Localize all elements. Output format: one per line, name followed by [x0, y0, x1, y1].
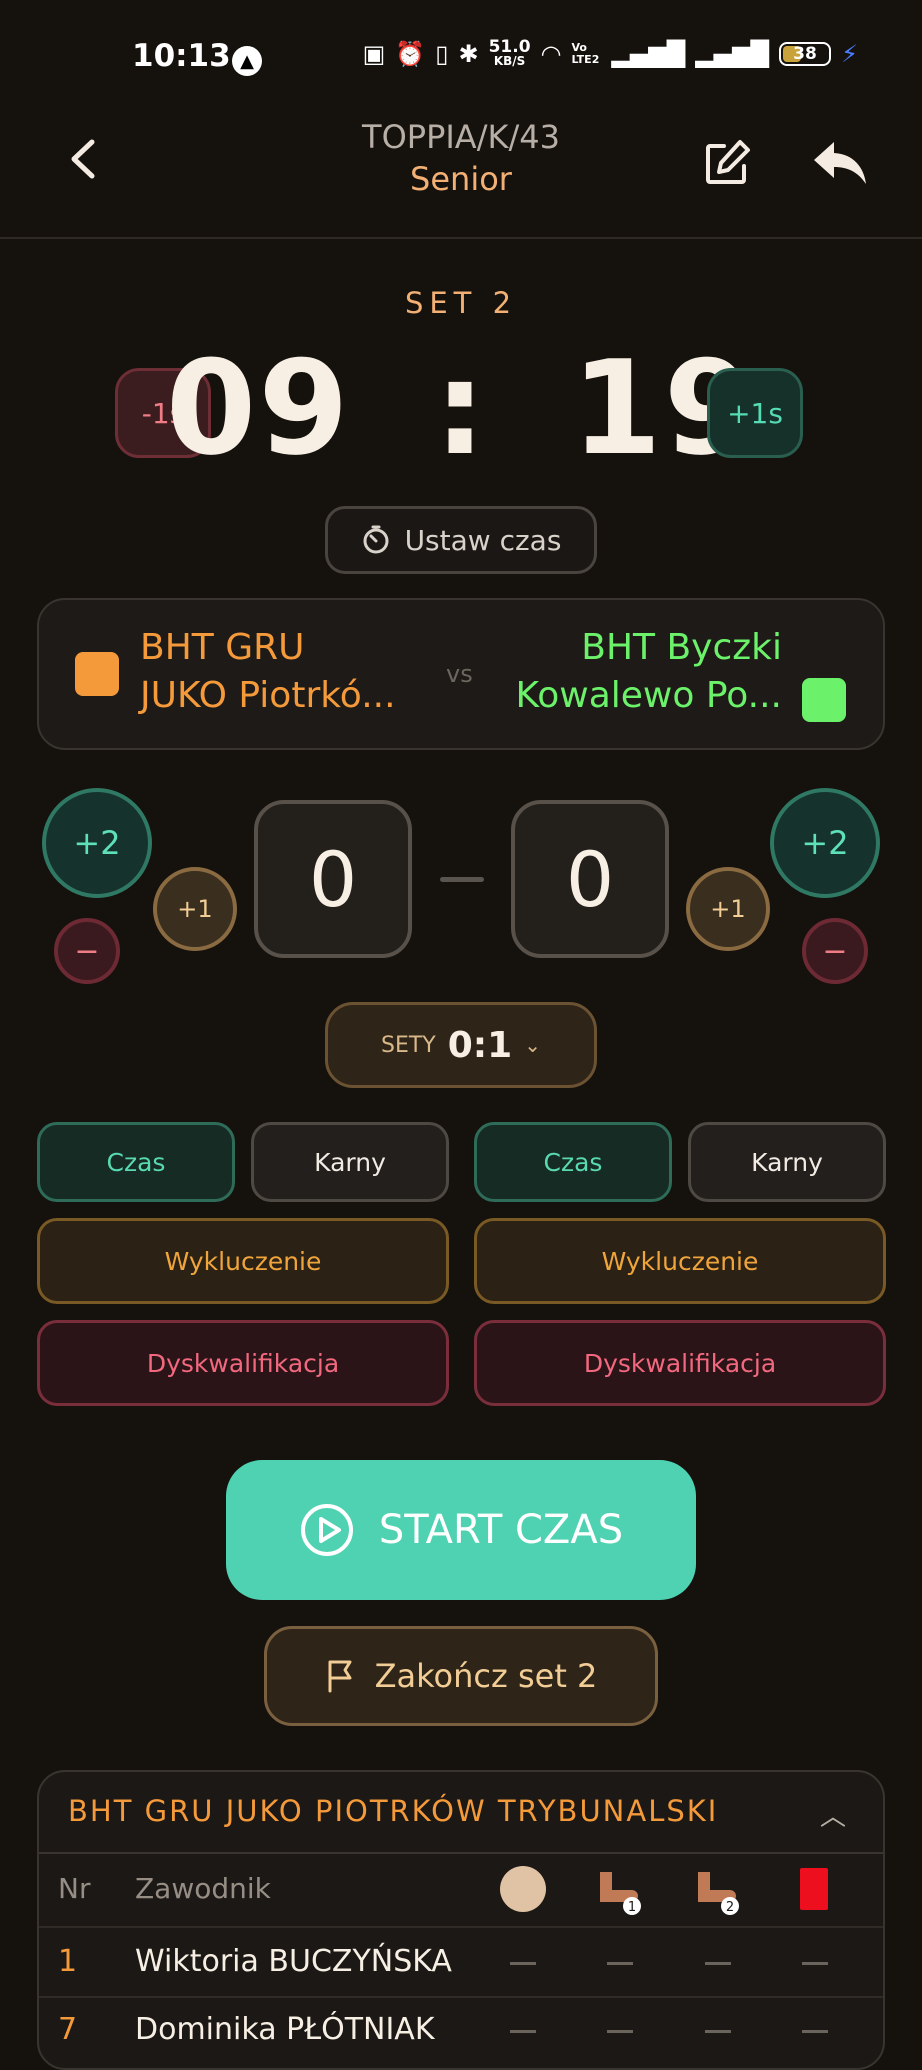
stopwatch-icon [363, 525, 389, 554]
match-category: Senior [410, 160, 512, 198]
vibrate-icon: ▯ [435, 40, 449, 68]
suspension-1-cell[interactable] [607, 1962, 633, 1965]
plus-1s-button[interactable]: +1s [707, 368, 803, 458]
network-speed: 51.0 KB/S [488, 37, 531, 69]
goals-cell[interactable] [510, 2030, 536, 2033]
bluetooth-icon: ✱ [458, 40, 479, 68]
status-icons: ▣ ⏰ ▯ ✱ 51.0 KB/S ◠ Vo LTE2 ▂▄▆█ ▂▄▆█ 38… [362, 37, 858, 69]
suspension-2-cell[interactable] [705, 1962, 731, 1965]
vs-label: vs [446, 660, 473, 688]
start-timer-label: START CZAS [378, 1507, 624, 1553]
flag-icon [328, 1660, 352, 1693]
status-time: 10:13 [132, 38, 231, 74]
home-team-color [75, 652, 119, 696]
player-name[interactable]: Wiktoria BUCZYŃSKA [135, 1944, 452, 1979]
ball-icon[interactable] [500, 1866, 546, 1912]
player-number: 7 [58, 2012, 78, 2047]
roster-divider [39, 1852, 883, 1854]
set-label: SET 2 [404, 286, 518, 320]
suspension-1-icon[interactable]: 1 [594, 1866, 644, 1916]
start-timer-button[interactable]: START CZAS [226, 1460, 696, 1600]
home-disqualification-button[interactable]: Dyskwalifikacja [37, 1320, 449, 1406]
set-time-button[interactable]: Ustaw czas [325, 506, 597, 574]
goals-cell[interactable] [510, 1962, 536, 1965]
end-set-label: Zakończ set 2 [374, 1657, 598, 1695]
wifi-icon: ◠ [540, 40, 562, 68]
network-speed-value: 51.0 [488, 37, 531, 57]
end-set-button[interactable]: Zakończ set 2 [264, 1626, 658, 1726]
signal-icon: ▂▄▆█ [611, 40, 686, 68]
player-number: 1 [58, 1944, 78, 1979]
timer-separator: : [434, 332, 488, 484]
location-icon: ▲ [232, 46, 262, 76]
player-name[interactable]: Dominika PŁÓTNIAK [135, 2012, 435, 2047]
header-row-divider [39, 1926, 883, 1928]
suspension-2-cell[interactable] [705, 2030, 731, 2033]
signal-2-icon: ▂▄▆█ [695, 40, 770, 68]
away-penalty-button[interactable]: Karny [688, 1122, 886, 1202]
sets-dropdown[interactable]: SETY 0:1 ⌄ [325, 1002, 597, 1088]
col-player: Zawodnik [135, 1872, 271, 1905]
red-card-cell[interactable] [802, 2030, 828, 2033]
away-plus2-button[interactable]: +2 [770, 788, 880, 898]
battery-level: 38 [793, 44, 817, 64]
away-timeout-button[interactable]: Czas [474, 1122, 672, 1202]
away-team-name: BHT Byczki Kowalewo Po... [515, 624, 782, 720]
svg-text:1: 1 [628, 1900, 636, 1915]
alarm-icon: ⏰ [395, 40, 426, 68]
home-plus2-button[interactable]: +2 [42, 788, 152, 898]
home-team-name: BHT GRU JUKO Piotrkó... [140, 624, 396, 720]
home-minus-button[interactable]: − [54, 918, 120, 984]
home-penalty-button[interactable]: Karny [251, 1122, 449, 1202]
sets-label: SETY [380, 1032, 436, 1058]
svg-text:2: 2 [726, 1900, 734, 1915]
away-score: 0 [511, 800, 669, 958]
battery-icon: 38 [779, 42, 832, 66]
score-separator [440, 877, 484, 882]
timer-minutes: 09 [165, 332, 351, 484]
home-timeout-button[interactable]: Czas [37, 1122, 235, 1202]
play-icon [300, 1504, 353, 1556]
undo-icon[interactable] [812, 138, 868, 188]
suspension-2-icon[interactable]: 2 [692, 1866, 742, 1916]
roster-team-title: BHT GRU JUKO PIOTRKÓW TRYBUNALSKI [68, 1794, 719, 1828]
away-team-line2: Kowalewo Po... [515, 675, 782, 716]
match-code: TOPPIA/K/43 [362, 118, 560, 156]
nfc-icon: ▣ [362, 40, 386, 68]
home-team-line2: JUKO Piotrkó... [140, 675, 396, 716]
charging-icon: ⚡ [841, 40, 858, 68]
away-disqualification-button[interactable]: Dyskwalifikacja [474, 1320, 886, 1406]
away-exclusion-button[interactable]: Wykluczenie [474, 1218, 886, 1304]
away-team-color [802, 678, 846, 722]
network-speed-unit: KB/S [493, 54, 526, 68]
sets-value: 0:1 [447, 1024, 513, 1066]
home-score: 0 [254, 800, 412, 958]
home-exclusion-button[interactable]: Wykluczenie [37, 1218, 449, 1304]
home-plus1-button[interactable]: +1 [153, 867, 237, 951]
red-card-cell[interactable] [802, 1962, 828, 1965]
col-nr: Nr [58, 1872, 91, 1905]
chevron-down-icon: ⌄ [524, 1033, 541, 1057]
away-minus-button[interactable]: − [802, 918, 868, 984]
chevron-up-icon[interactable]: ︿ [820, 1796, 846, 1833]
away-team-line1: BHT Byczki [581, 627, 782, 668]
row-divider [39, 1996, 883, 1998]
volte-label: Vo LTE2 [571, 41, 600, 66]
edit-icon[interactable] [702, 138, 752, 188]
away-plus1-button[interactable]: +1 [686, 867, 770, 951]
header-divider [0, 237, 922, 239]
set-time-label: Ustaw czas [404, 523, 562, 557]
red-card-icon[interactable] [800, 1868, 828, 1910]
suspension-1-cell[interactable] [607, 2030, 633, 2033]
home-team-line1: BHT GRU [140, 627, 305, 668]
